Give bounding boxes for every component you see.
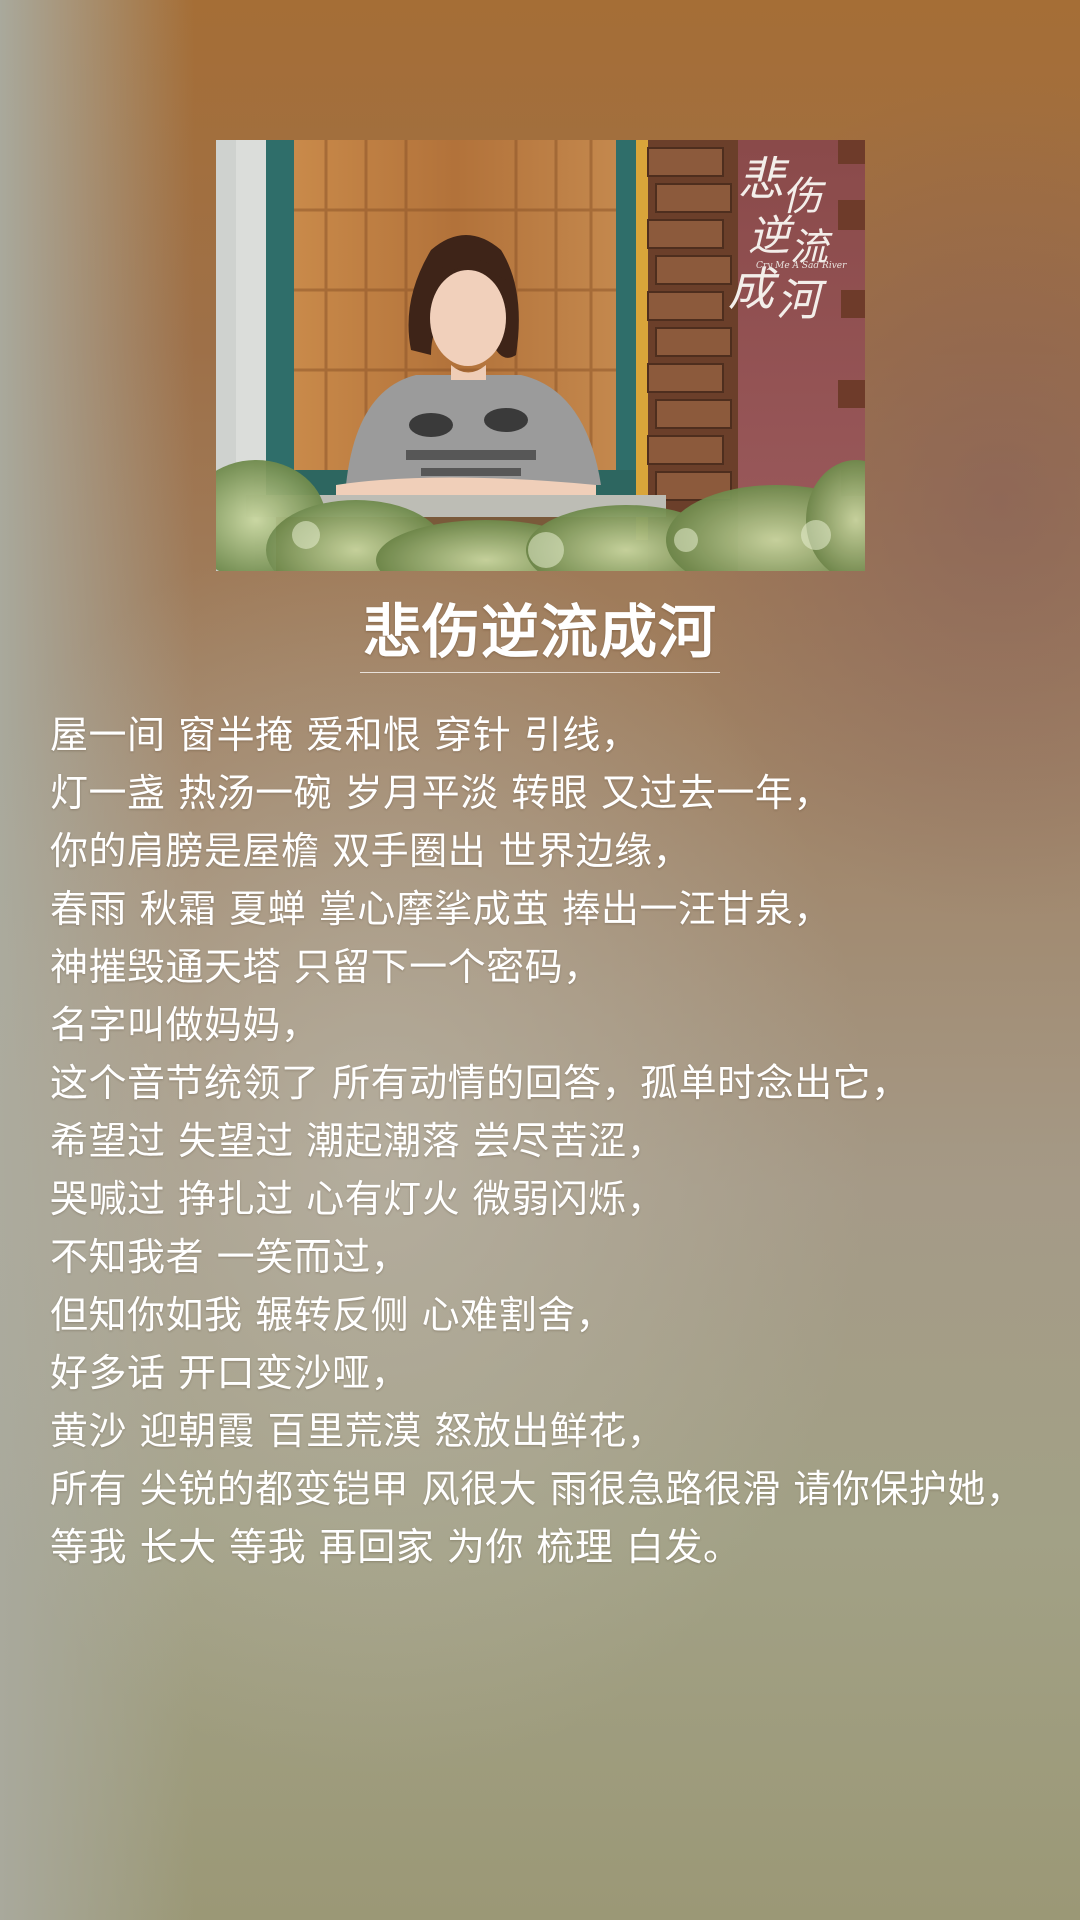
lyric-line: 所有 尖锐的都变铠甲 风很大 雨很急路很滑 请你保护她，: [50, 1467, 1025, 1511]
svg-text:逆: 逆: [748, 211, 795, 260]
lyric-line: 希望过 失望过 潮起潮落 尝尽苦涩，: [50, 1119, 666, 1163]
lyric-line: 名字叫做妈妈，: [50, 1003, 320, 1047]
lyric-line: 不知我者 一笑而过，: [50, 1235, 410, 1279]
lyric-line: 灯一盏 热汤一碗 岁月平淡 转眼 又过去一年，: [50, 771, 832, 815]
lyric-line: 神摧毁通天塔 只留下一个密码，: [50, 945, 602, 989]
lyric-line: 但知你如我 辗转反侧 心难割舍，: [50, 1293, 615, 1337]
lyric-line: 这个音节统领了 所有动情的回答，孤单时念出它，: [50, 1061, 910, 1105]
page-title: 悲伤逆流成河: [362, 598, 717, 666]
lyric-line: 你的肩膀是屋檐 双手圈出 世界边缘，: [50, 829, 692, 873]
lyric-line: 好多话 开口变沙哑，: [50, 1351, 410, 1395]
svg-text:河: 河: [776, 275, 827, 326]
lyric-line: 屋一间 窗半掩 爱和恨 穿针 引线，: [50, 713, 640, 757]
lyric-line: 春雨 秋霜 夏蝉 掌心摩挲成茧 捧出一汪甘泉，: [50, 887, 832, 931]
title-underline: [360, 672, 720, 673]
lyric-line: 等我 长大 等我 再回家 为你 梳理 白发。: [50, 1525, 742, 1569]
svg-text:Cry Me A Sad River: Cry Me A Sad River: [756, 261, 847, 271]
lyric-line: 哭喊过 挣扎过 心有灯火 微弱闪烁，: [50, 1177, 666, 1221]
lyric-line: 黄沙 迎朝霞 百里荒漠 怒放出鲜花，: [50, 1409, 666, 1453]
cover-photo: 悲 伤 逆 流 成 河 Cry Me A Sad River: [216, 140, 865, 571]
lyrics-block: 屋一间 窗半掩 爱和恨 穿针 引线， 灯一盏 热汤一碗 岁月平淡 转眼 又过去一…: [50, 706, 1070, 1576]
